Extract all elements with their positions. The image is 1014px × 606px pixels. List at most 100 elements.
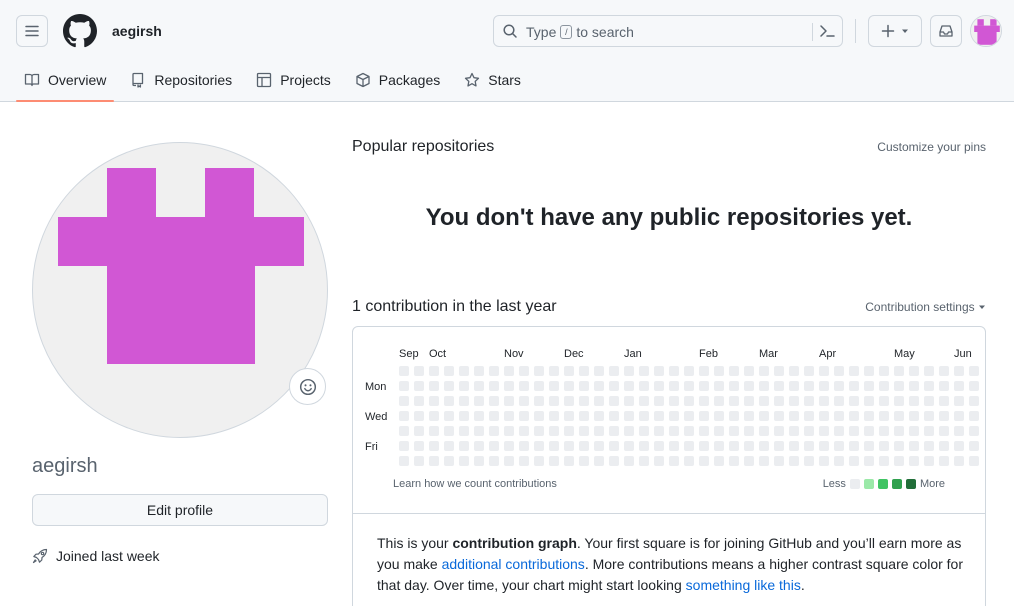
edit-profile-button[interactable]: Edit profile (32, 494, 328, 526)
tab-packages[interactable]: Packages (347, 62, 448, 98)
contribution-day[interactable] (759, 366, 769, 376)
contribution-day[interactable] (924, 426, 934, 436)
contribution-day[interactable] (429, 411, 439, 421)
contribution-day[interactable] (519, 456, 529, 466)
contribution-day[interactable] (594, 411, 604, 421)
contribution-day[interactable] (804, 396, 814, 406)
contribution-day[interactable] (444, 366, 454, 376)
contribution-day[interactable] (444, 411, 454, 421)
contribution-day[interactable] (954, 396, 964, 406)
contribution-day[interactable] (699, 396, 709, 406)
contribution-day[interactable] (474, 456, 484, 466)
contribution-day[interactable] (879, 366, 889, 376)
contribution-day[interactable] (579, 441, 589, 451)
contribution-day[interactable] (729, 456, 739, 466)
learn-contributions-link[interactable]: Learn how we count contributions (393, 478, 557, 490)
contribution-day[interactable] (474, 396, 484, 406)
contribution-day[interactable] (774, 411, 784, 421)
contribution-day[interactable] (399, 396, 409, 406)
contribution-day[interactable] (954, 426, 964, 436)
contribution-day[interactable] (909, 456, 919, 466)
contribution-day[interactable] (699, 381, 709, 391)
contribution-day[interactable] (774, 456, 784, 466)
contribution-day[interactable] (729, 396, 739, 406)
contribution-day[interactable] (534, 396, 544, 406)
contribution-day[interactable] (444, 456, 454, 466)
contribution-day[interactable] (699, 456, 709, 466)
contribution-day[interactable] (549, 411, 559, 421)
contribution-day[interactable] (459, 426, 469, 436)
contribution-day[interactable] (474, 441, 484, 451)
contribution-day[interactable] (744, 396, 754, 406)
contribution-day[interactable] (729, 366, 739, 376)
contribution-day[interactable] (459, 366, 469, 376)
contribution-day[interactable] (834, 441, 844, 451)
contribution-day[interactable] (669, 411, 679, 421)
contribution-day[interactable] (864, 426, 874, 436)
create-new-button[interactable] (868, 15, 922, 47)
contribution-day[interactable] (669, 456, 679, 466)
contribution-day[interactable] (744, 456, 754, 466)
contribution-day[interactable] (894, 381, 904, 391)
contribution-day[interactable] (894, 426, 904, 436)
contribution-day[interactable] (909, 381, 919, 391)
contribution-day[interactable] (624, 411, 634, 421)
contribution-day[interactable] (399, 441, 409, 451)
contribution-day[interactable] (534, 456, 544, 466)
contribution-day[interactable] (414, 366, 424, 376)
contribution-day[interactable] (939, 366, 949, 376)
contribution-day[interactable] (864, 456, 874, 466)
command-palette-icon[interactable] (818, 23, 836, 39)
contribution-day[interactable] (939, 426, 949, 436)
contribution-day[interactable] (819, 396, 829, 406)
contribution-day[interactable] (714, 396, 724, 406)
contribution-day[interactable] (414, 426, 424, 436)
contribution-day[interactable] (744, 381, 754, 391)
contribution-day[interactable] (564, 456, 574, 466)
contribution-day[interactable] (759, 411, 769, 421)
search-input[interactable]: Type / to search (493, 15, 843, 47)
inbox-button[interactable] (930, 15, 962, 47)
contribution-day[interactable] (714, 456, 724, 466)
contribution-day[interactable] (804, 426, 814, 436)
contribution-day[interactable] (849, 396, 859, 406)
contribution-day[interactable] (429, 441, 439, 451)
contribution-day[interactable] (459, 441, 469, 451)
contribution-day[interactable] (579, 426, 589, 436)
contribution-day[interactable] (579, 456, 589, 466)
contribution-day[interactable] (774, 441, 784, 451)
contribution-day[interactable] (789, 366, 799, 376)
tab-overview[interactable]: Overview (16, 62, 115, 102)
contribution-day[interactable] (549, 381, 559, 391)
contribution-day[interactable] (504, 441, 514, 451)
contribution-day[interactable] (654, 441, 664, 451)
contribution-day[interactable] (609, 366, 619, 376)
contribution-day[interactable] (684, 381, 694, 391)
contribution-day[interactable] (519, 426, 529, 436)
contribution-day[interactable] (429, 456, 439, 466)
contribution-day[interactable] (639, 396, 649, 406)
contribution-day[interactable] (864, 381, 874, 391)
contribution-day[interactable] (654, 456, 664, 466)
contribution-day[interactable] (744, 426, 754, 436)
contribution-day[interactable] (804, 441, 814, 451)
contribution-day[interactable] (849, 411, 859, 421)
contribution-day[interactable] (819, 366, 829, 376)
contribution-day[interactable] (684, 426, 694, 436)
contribution-day[interactable] (669, 441, 679, 451)
contribution-day[interactable] (729, 411, 739, 421)
contribution-day[interactable] (414, 456, 424, 466)
contribution-day[interactable] (699, 426, 709, 436)
contribution-day[interactable] (429, 366, 439, 376)
github-logo-icon[interactable] (63, 14, 97, 48)
contribution-day[interactable] (924, 456, 934, 466)
contribution-day[interactable] (804, 381, 814, 391)
contribution-day[interactable] (774, 366, 784, 376)
contribution-day[interactable] (639, 366, 649, 376)
contribution-day[interactable] (804, 411, 814, 421)
contribution-day[interactable] (429, 381, 439, 391)
contribution-day[interactable] (564, 396, 574, 406)
contribution-day[interactable] (894, 411, 904, 421)
contribution-day[interactable] (399, 381, 409, 391)
contribution-day[interactable] (714, 411, 724, 421)
